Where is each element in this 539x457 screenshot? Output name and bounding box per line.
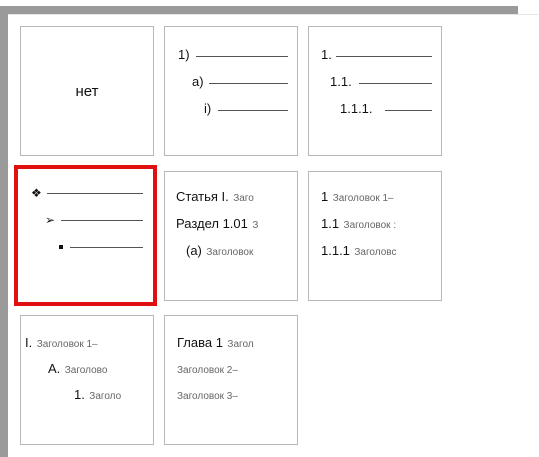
letter-line: A. Заголово bbox=[48, 361, 108, 376]
level-1-marker: 1. bbox=[321, 47, 332, 62]
heading-1-line: 1 Заголовок 1– bbox=[321, 189, 394, 204]
bullet-3-line bbox=[70, 247, 143, 248]
heading-3-line: Заголовок 3– bbox=[177, 391, 238, 402]
square-bullet-icon bbox=[59, 245, 63, 249]
window-left-border bbox=[0, 6, 8, 457]
roman-line: I. Заголовок 1– bbox=[25, 335, 98, 350]
list-tile-bullets[interactable]: ❖ ➢ bbox=[14, 165, 157, 306]
list-tile-chapter-heading[interactable]: Глава 1 Загол Заголовок 2– Заголовок 3– bbox=[164, 315, 298, 445]
heading-2-line: Заголовок 2– bbox=[177, 365, 238, 376]
heading-3-line: 1.1.1 Заголовс bbox=[321, 243, 397, 258]
bullet-1-line bbox=[47, 193, 143, 194]
list-tile-roman-heading[interactable]: I. Заголовок 1– A. Заголово 1. Заголо bbox=[20, 315, 154, 445]
level-3-line bbox=[218, 110, 288, 111]
level-1-line bbox=[336, 56, 432, 57]
level-2-line bbox=[209, 83, 288, 84]
list-tile-none[interactable]: нет bbox=[20, 26, 154, 156]
list-tile-decimal-outline[interactable]: 1. 1.1. 1.1.1. bbox=[308, 26, 442, 156]
level-1-marker: 1) bbox=[178, 47, 190, 62]
list-tile-heading-numbered[interactable]: 1 Заголовок 1– 1.1 Заголовок : 1.1.1 Заг… bbox=[308, 171, 442, 301]
arrow-bullet-icon: ➢ bbox=[45, 213, 56, 227]
level-3-marker: 1.1.1. bbox=[340, 101, 373, 116]
chapter-line: Глава 1 Загол bbox=[177, 335, 254, 350]
bullet-2-line bbox=[61, 220, 143, 221]
level-3-marker: i) bbox=[204, 101, 212, 116]
level-1-line bbox=[196, 56, 288, 57]
list-tile-article-section[interactable]: Статья I. Заго Раздел 1.01 З (a) Заголов… bbox=[164, 171, 298, 301]
none-label: нет bbox=[75, 83, 99, 100]
list-tile-numbered-paren[interactable]: 1) a) i) bbox=[164, 26, 298, 156]
diamond-bullet-icon: ❖ bbox=[31, 186, 42, 200]
level-2-marker: 1.1. bbox=[330, 74, 352, 89]
article-line: Статья I. Заго bbox=[176, 189, 254, 204]
panel-top-edge bbox=[8, 14, 538, 15]
section-line: Раздел 1.01 З bbox=[176, 216, 259, 231]
number-line: 1. Заголо bbox=[74, 387, 122, 402]
window-top-border bbox=[0, 6, 518, 14]
level-2-line bbox=[359, 83, 432, 84]
level-2-marker: a) bbox=[192, 74, 204, 89]
subsection-line: (a) Заголовок bbox=[186, 243, 254, 258]
heading-2-line: 1.1 Заголовок : bbox=[321, 216, 397, 231]
level-3-line bbox=[385, 110, 432, 111]
